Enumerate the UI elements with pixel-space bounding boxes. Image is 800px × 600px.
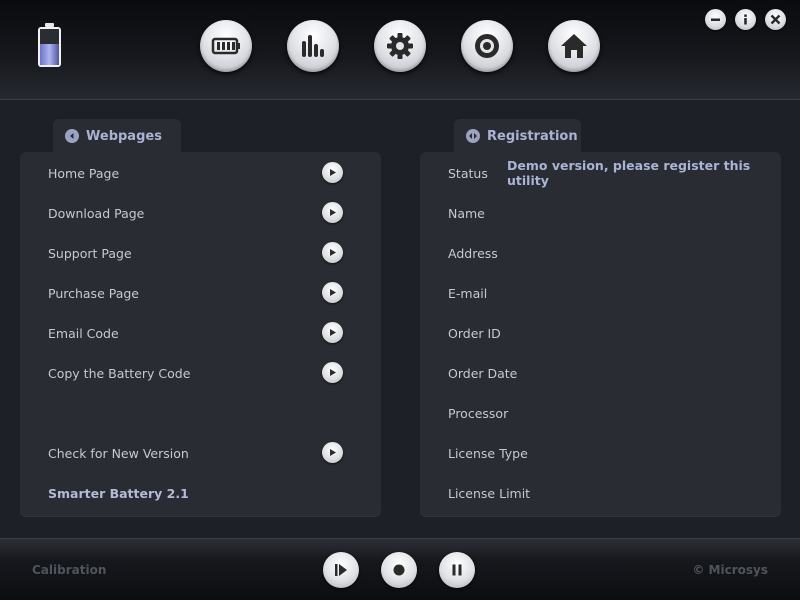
home-icon [561, 34, 587, 58]
status-row: Status Demo version, please register thi… [420, 158, 781, 188]
field-row: Address [420, 242, 781, 264]
field-row: License Type [420, 442, 781, 464]
target-icon [475, 34, 499, 58]
battery-icon [37, 23, 62, 67]
copy-battery-code-button[interactable] [322, 362, 343, 383]
open-home-page-button[interactable] [322, 162, 343, 183]
tab-webpages-label: Webpages [86, 128, 162, 144]
field-row: License Limit [420, 482, 781, 504]
email-code-button[interactable] [322, 322, 343, 343]
battery-level-icon [211, 37, 240, 55]
field-label-license-limit: License Limit [448, 485, 531, 501]
webpage-label: Check for New Version [48, 445, 189, 461]
play-icon [335, 564, 347, 576]
webpage-label: Download Page [48, 205, 145, 221]
settings-button[interactable] [374, 20, 426, 72]
tab-webpages[interactable]: Webpages [53, 119, 181, 153]
list-item: Purchase Page [20, 282, 381, 304]
statistics-button[interactable] [287, 20, 339, 72]
field-label-order-id: Order ID [448, 325, 501, 341]
field-row: Order Date [420, 362, 781, 384]
info-button[interactable] [735, 9, 756, 30]
calibration-label: Calibration [32, 563, 107, 577]
registration-icon [466, 129, 480, 143]
registration-panel: Status Demo version, please register thi… [420, 152, 781, 516]
battery-status-button[interactable] [200, 20, 252, 72]
open-download-page-button[interactable] [322, 202, 343, 223]
version-label: Smarter Battery 2.1 [48, 485, 189, 501]
list-item: Copy the Battery Code [20, 362, 381, 384]
webpage-label: Copy the Battery Code [48, 365, 191, 381]
field-label-license-type: License Type [448, 445, 528, 461]
play-icon [330, 449, 336, 456]
bar-chart-icon [302, 35, 324, 57]
field-label-order-date: Order Date [448, 365, 518, 381]
webpage-label: Support Page [48, 245, 132, 261]
close-icon [770, 14, 781, 25]
list-item: Home Page [20, 162, 381, 184]
play-icon [330, 369, 336, 376]
field-label-name: Name [448, 205, 485, 221]
check-new-version-button[interactable] [322, 442, 343, 463]
start-button[interactable] [323, 552, 359, 588]
list-item: Support Page [20, 242, 381, 264]
stop-button[interactable] [381, 552, 417, 588]
pause-button[interactable] [439, 552, 475, 588]
arrow-left-icon [65, 129, 79, 143]
stop-icon [393, 564, 405, 576]
open-support-page-button[interactable] [322, 242, 343, 263]
list-item: Email Code [20, 322, 381, 344]
copyright-label: © Microsys [692, 563, 768, 577]
field-label-address: Address [448, 245, 498, 261]
gear-icon [387, 33, 413, 59]
webpage-label: Home Page [48, 165, 120, 181]
status-label: Status [448, 165, 488, 181]
field-label-email: E-mail [448, 285, 488, 301]
open-purchase-page-button[interactable] [322, 282, 343, 303]
play-icon [330, 209, 336, 216]
minimize-button[interactable] [705, 9, 726, 30]
webpage-label: Email Code [48, 325, 119, 341]
list-item: Check for New Version [20, 442, 381, 464]
field-row: E-mail [420, 282, 781, 304]
status-value: Demo version, please register this utili… [507, 158, 751, 188]
calibration-button[interactable] [461, 20, 513, 72]
play-icon [330, 169, 336, 176]
tab-registration[interactable]: Registration [454, 119, 581, 153]
tab-registration-label: Registration [487, 128, 578, 144]
toolbar [0, 0, 800, 100]
app-window: Webpages Home Page Download Page Support… [0, 0, 800, 600]
field-label-processor: Processor [448, 405, 509, 421]
list-item: Download Page [20, 202, 381, 224]
field-row: Processor [420, 402, 781, 424]
pause-icon [452, 564, 462, 576]
minimize-icon [711, 18, 720, 21]
webpages-panel: Home Page Download Page Support Page Pur… [20, 152, 381, 516]
field-row: Order ID [420, 322, 781, 344]
play-icon [330, 289, 336, 296]
info-icon [744, 14, 747, 25]
home-button[interactable] [548, 20, 600, 72]
version-row: Smarter Battery 2.1 [20, 482, 381, 504]
close-button[interactable] [765, 9, 786, 30]
play-icon [330, 249, 336, 256]
webpage-label: Purchase Page [48, 285, 139, 301]
field-row: Name [420, 202, 781, 224]
status-bar: Calibration © Microsys [0, 538, 800, 600]
play-icon [330, 329, 336, 336]
